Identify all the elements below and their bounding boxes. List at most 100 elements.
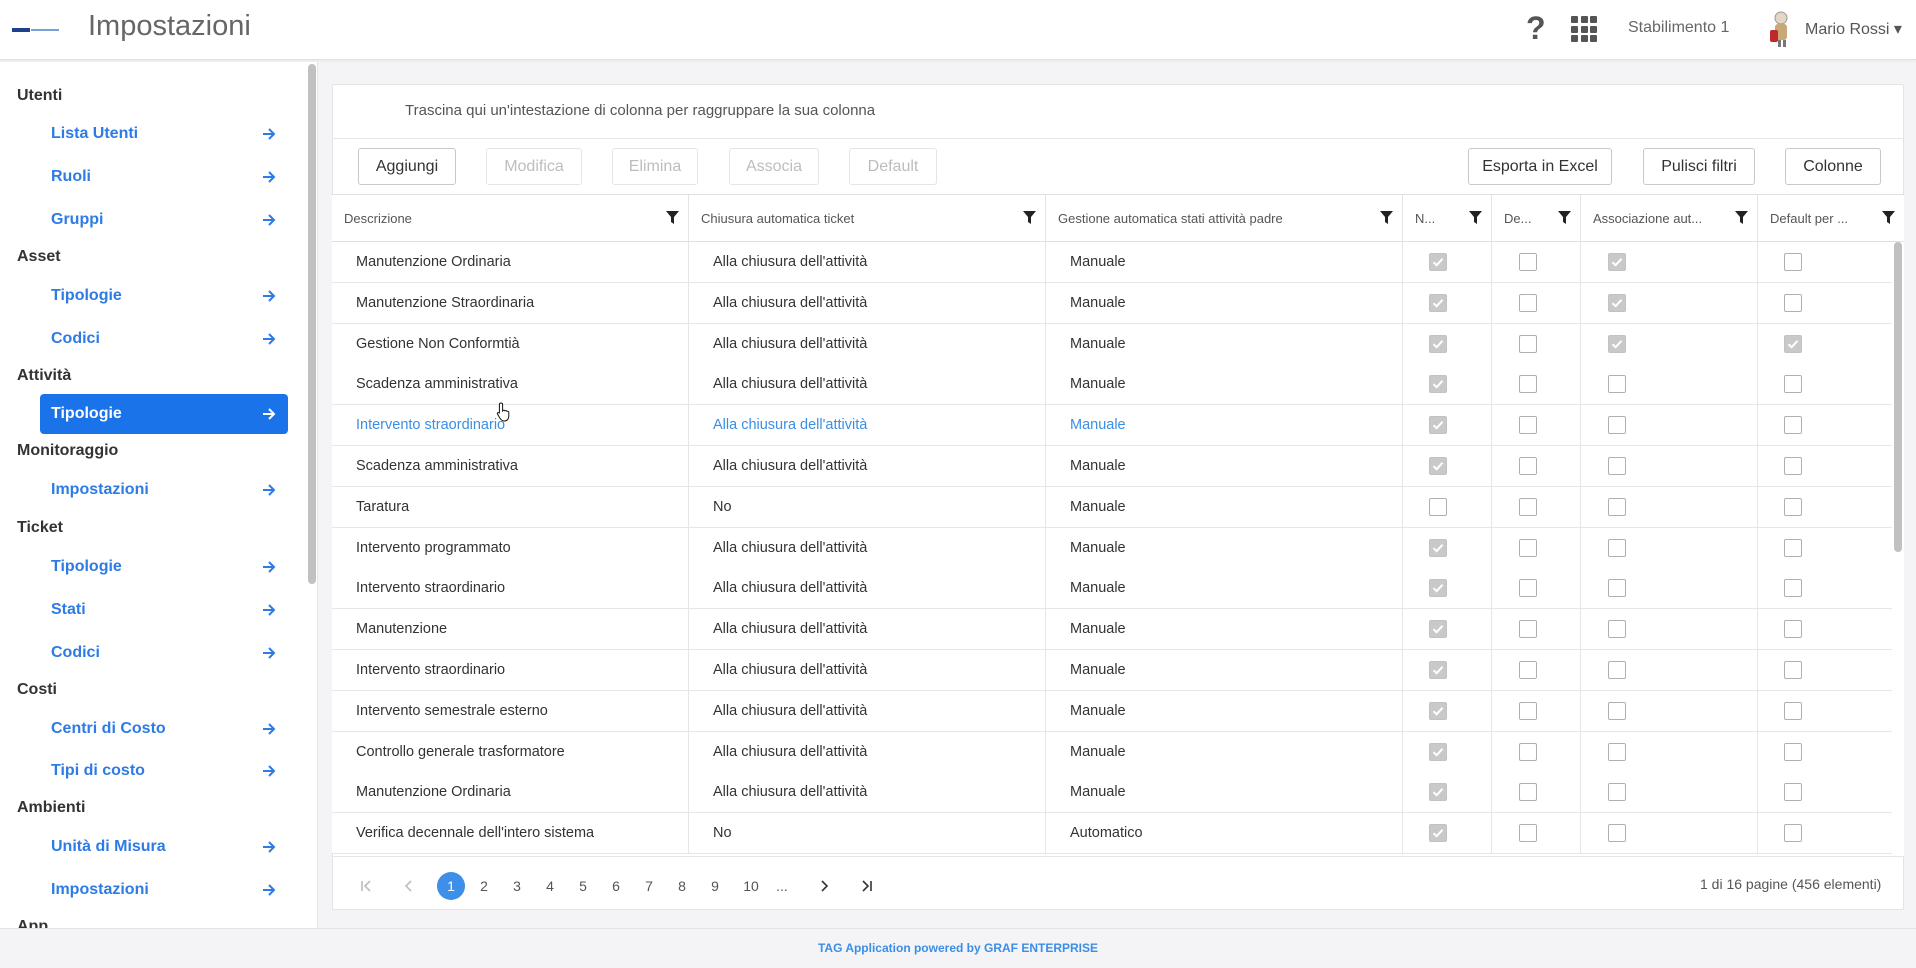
checkbox[interactable] [1429, 620, 1447, 639]
table-row[interactable]: Manutenzione Alla chiusura dell'attività M… [332, 609, 1892, 651]
checkbox[interactable] [1608, 497, 1626, 516]
default-button[interactable]: Default [849, 148, 937, 185]
group-panel-hint[interactable]: Trascina qui un'intestazione di colonna … [405, 102, 875, 119]
sidebar-item-ambienti-impostazioni[interactable]: Impostazioni [40, 870, 288, 910]
checkbox[interactable] [1429, 253, 1447, 271]
checkbox[interactable] [1784, 620, 1802, 639]
checkbox[interactable] [1784, 457, 1802, 475]
table-row[interactable]: Intervento straordinario Alla chiusura de… [332, 650, 1892, 691]
filter-icon[interactable] [1380, 211, 1393, 225]
column-header-associazione[interactable]: Associazione aut... [1581, 195, 1758, 242]
page-ellipsis-button[interactable]: ... [768, 872, 796, 900]
sidebar-item-asset-codici[interactable]: Codici [40, 319, 288, 359]
page-button[interactable]: 10 [734, 872, 768, 900]
checkbox[interactable] [1784, 416, 1802, 435]
clear-filters-button[interactable]: Pulisci filtri [1643, 148, 1755, 185]
checkbox[interactable] [1608, 375, 1626, 394]
filter-icon[interactable] [1023, 211, 1036, 225]
export-excel-button[interactable]: Esporta in Excel [1468, 148, 1612, 185]
checkbox[interactable] [1519, 293, 1537, 312]
checkbox[interactable] [1429, 334, 1447, 353]
checkbox[interactable] [1429, 457, 1447, 475]
checkbox[interactable] [1519, 783, 1537, 802]
checkbox[interactable] [1519, 824, 1537, 843]
sidebar-item-gruppi[interactable]: Gruppi [40, 200, 288, 240]
add-button[interactable]: Aggiungi [358, 148, 456, 185]
first-page-button[interactable] [352, 872, 380, 900]
page-button[interactable]: 4 [536, 872, 564, 900]
sidebar-item-attivita-tipologie[interactable]: Tipologie [40, 394, 288, 434]
checkbox[interactable] [1429, 824, 1447, 843]
checkbox[interactable] [1608, 457, 1626, 475]
checkbox[interactable] [1429, 579, 1447, 598]
checkbox[interactable] [1429, 783, 1447, 802]
scrollbar-thumb[interactable] [1894, 242, 1902, 552]
checkbox[interactable] [1608, 579, 1626, 598]
delete-button[interactable]: Elimina [612, 148, 698, 185]
sidebar-item-ticket-codici[interactable]: Codici [40, 633, 288, 673]
checkbox[interactable] [1608, 293, 1626, 312]
table-row[interactable]: Intervento semestrale esterno Alla chiusu… [332, 690, 1892, 732]
table-row[interactable]: Gestione Non Conformtià Alla chiusura del… [332, 323, 1892, 365]
checkbox[interactable] [1519, 416, 1537, 435]
checkbox[interactable] [1784, 824, 1802, 843]
table-row[interactable]: Manutenzione Straordinaria Alla chiusura … [332, 282, 1892, 324]
table-row[interactable]: Intervento straordinario Alla chiusura de… [332, 405, 1892, 447]
filter-icon[interactable] [1558, 211, 1571, 225]
checkbox[interactable] [1519, 375, 1537, 394]
sidebar-item-lista-utenti[interactable]: Lista Utenti [40, 114, 288, 154]
checkbox[interactable] [1608, 783, 1626, 802]
edit-button[interactable]: Modifica [486, 148, 582, 185]
prev-page-button[interactable] [395, 872, 423, 900]
sidebar-item-centri-di-costo[interactable]: Centri di Costo [40, 709, 288, 749]
page-button[interactable]: 1 [437, 872, 465, 900]
page-button[interactable]: 8 [668, 872, 696, 900]
checkbox[interactable] [1784, 783, 1802, 802]
checkbox[interactable] [1429, 701, 1447, 720]
filter-icon[interactable] [1735, 211, 1748, 225]
checkbox[interactable] [1429, 497, 1447, 516]
column-header-descrizione[interactable]: Descrizione [332, 195, 689, 242]
table-row[interactable]: Manutenzione Ordinaria Alla chiusura dell… [332, 772, 1892, 814]
checkbox[interactable] [1784, 334, 1802, 353]
checkbox[interactable] [1608, 334, 1626, 353]
checkbox[interactable] [1608, 538, 1626, 557]
checkbox[interactable] [1429, 538, 1447, 557]
sidebar-item-tipi-di-costo[interactable]: Tipi di costo [40, 751, 288, 791]
checkbox[interactable] [1784, 293, 1802, 312]
filter-icon[interactable] [1882, 211, 1895, 225]
checkbox[interactable] [1784, 253, 1802, 271]
sidebar-item-ticket-stati[interactable]: Stati [40, 590, 288, 630]
checkbox[interactable] [1784, 538, 1802, 557]
checkbox[interactable] [1608, 661, 1626, 679]
sidebar-item-monitoraggio-impostazioni[interactable]: Impostazioni [40, 470, 288, 510]
checkbox[interactable] [1519, 334, 1537, 353]
checkbox[interactable] [1519, 457, 1537, 475]
checkbox[interactable] [1429, 375, 1447, 394]
column-header-n[interactable]: N... [1403, 195, 1492, 242]
checkbox[interactable] [1519, 661, 1537, 679]
checkbox[interactable] [1784, 701, 1802, 720]
sidebar-scrollbar[interactable] [306, 64, 318, 584]
last-page-button[interactable] [853, 872, 881, 900]
page-button[interactable]: 9 [701, 872, 729, 900]
sidebar-item-unita-di-misura[interactable]: Unità di Misura [40, 827, 288, 867]
page-button[interactable]: 5 [569, 872, 597, 900]
table-row[interactable]: Manutenzione Ordinaria Alla chiusura dell… [332, 242, 1892, 283]
checkbox[interactable] [1519, 538, 1537, 557]
checkbox[interactable] [1429, 661, 1447, 679]
table-row[interactable]: Scadenza amministrativa Alla chiusura del… [332, 446, 1892, 487]
checkbox[interactable] [1519, 579, 1537, 598]
checkbox[interactable] [1608, 416, 1626, 435]
checkbox[interactable] [1429, 742, 1447, 761]
page-button[interactable]: 3 [503, 872, 531, 900]
column-header-de[interactable]: De... [1492, 195, 1581, 242]
checkbox[interactable] [1519, 742, 1537, 761]
avatar[interactable] [1766, 10, 1796, 48]
checkbox[interactable] [1429, 416, 1447, 435]
checkbox[interactable] [1519, 253, 1537, 271]
associate-button[interactable]: Associa [729, 148, 819, 185]
checkbox[interactable] [1784, 579, 1802, 598]
grid-scrollbar[interactable] [1892, 242, 1904, 856]
next-page-button[interactable] [810, 872, 838, 900]
